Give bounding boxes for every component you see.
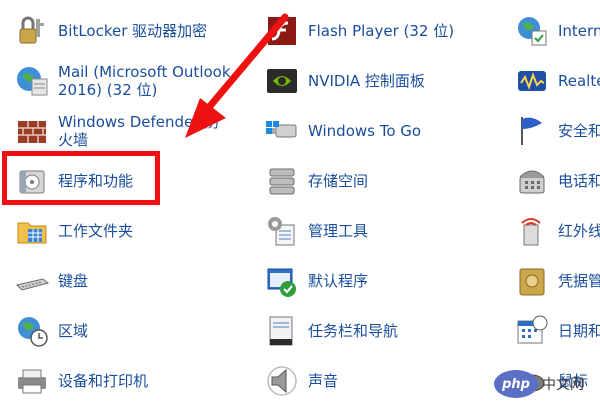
flash-icon [268,17,296,45]
usb-drive-icon [266,121,297,138]
bitlocker-key-icon [19,16,44,44]
highlight-box [2,151,160,205]
admin-tools-item[interactable]: 管理工具 [264,208,494,254]
defender-firewall-label: Windows Defender 防火墙 [58,113,220,149]
taskbar-icon [269,316,293,346]
credential-vault-icon [519,268,545,296]
keyboard-label: 键盘 [58,272,89,290]
realtek-audio-item[interactable]: Realte [514,58,600,104]
work-folders-icon [17,222,47,244]
date-time-item[interactable]: 日期和 [514,308,600,354]
credential-manager-item[interactable]: 凭据管 [514,258,600,304]
nvidia-control-panel-label: NVIDIA 控制面板 [308,72,425,90]
devices-printers-label: 设备和打印机 [58,372,149,390]
security-flag-icon [521,117,542,145]
sound-item[interactable]: 声音 [264,358,494,404]
devices-printers-item[interactable]: 设备和打印机 [14,358,244,404]
firewall-brick-icon [18,121,46,143]
region-item[interactable]: 区域 [14,308,244,354]
default-programs-item[interactable]: 默认程序 [264,258,494,304]
mail-item[interactable]: Mail (Microsoft Outlook 2016) (32 位) [14,58,244,106]
infrared-label: 红外线 [558,222,600,240]
taskbar-navigation-label: 任务栏和导航 [308,322,399,340]
taskbar-navigation-item[interactable]: 任务栏和导航 [264,308,494,354]
internet-options-item[interactable]: Intern [514,8,600,54]
realtek-audio-label: Realte [558,72,600,90]
nvidia-icon [267,69,297,93]
bitlocker-label: BitLocker 驱动器加密 [58,22,208,40]
speaker-icon [267,366,297,396]
keyboard-item[interactable]: 键盘 [14,258,244,304]
php-logo: php [494,370,538,398]
mail-globe-icon [17,67,48,96]
bitlocker-item[interactable]: BitLocker 驱动器加密 [14,8,244,54]
storage-spaces-label: 存储空间 [308,172,369,190]
nvidia-control-panel-item[interactable]: NVIDIA 控制面板 [264,58,494,104]
storage-stack-icon [269,168,295,195]
admin-tools-gear-icon [268,217,295,246]
work-folders-label: 工作文件夹 [58,222,134,240]
phone-modem-label: 电话和 [558,172,600,190]
admin-tools-label: 管理工具 [308,222,369,240]
default-programs-label: 默认程序 [308,272,369,290]
windows-to-go-item[interactable]: Windows To Go [264,108,494,154]
region-globe-clock-icon [18,317,48,347]
phone-modem-item[interactable]: 电话和 [514,158,600,204]
security-maintenance-label: 安全和 [558,122,600,140]
watermark-text: 中文网 [542,377,584,393]
default-programs-icon [267,268,296,297]
storage-spaces-item[interactable]: 存储空间 [264,158,494,204]
printer-icon [18,369,46,394]
mail-label: Mail (Microsoft Outlook 2016) (32 位) [58,63,231,99]
date-time-label: 日期和 [558,322,600,340]
keyboard-icon [16,278,50,291]
internet-globe-icon [518,17,547,46]
windows-to-go-label: Windows To Go [308,122,422,140]
credential-manager-label: 凭据管 [558,272,600,290]
phone-icon [519,170,545,194]
calendar-clock-icon [517,315,548,344]
sound-label: 声音 [308,372,339,390]
internet-options-label: Intern [558,22,600,40]
realtek-icon [518,71,546,91]
region-label: 区域 [58,322,89,340]
security-maintenance-item[interactable]: 安全和 [514,108,600,154]
flash-player-label: Flash Player (32 位) [308,22,455,40]
work-folders-item[interactable]: 工作文件夹 [14,208,244,254]
flash-player-item[interactable]: Flash Player (32 位) [264,8,494,54]
watermark: php 中文网 [494,370,600,400]
infrared-icon [521,218,541,246]
infrared-item[interactable]: 红外线 [514,208,600,254]
defender-firewall-item[interactable]: Windows Defender 防火墙 [14,108,244,156]
